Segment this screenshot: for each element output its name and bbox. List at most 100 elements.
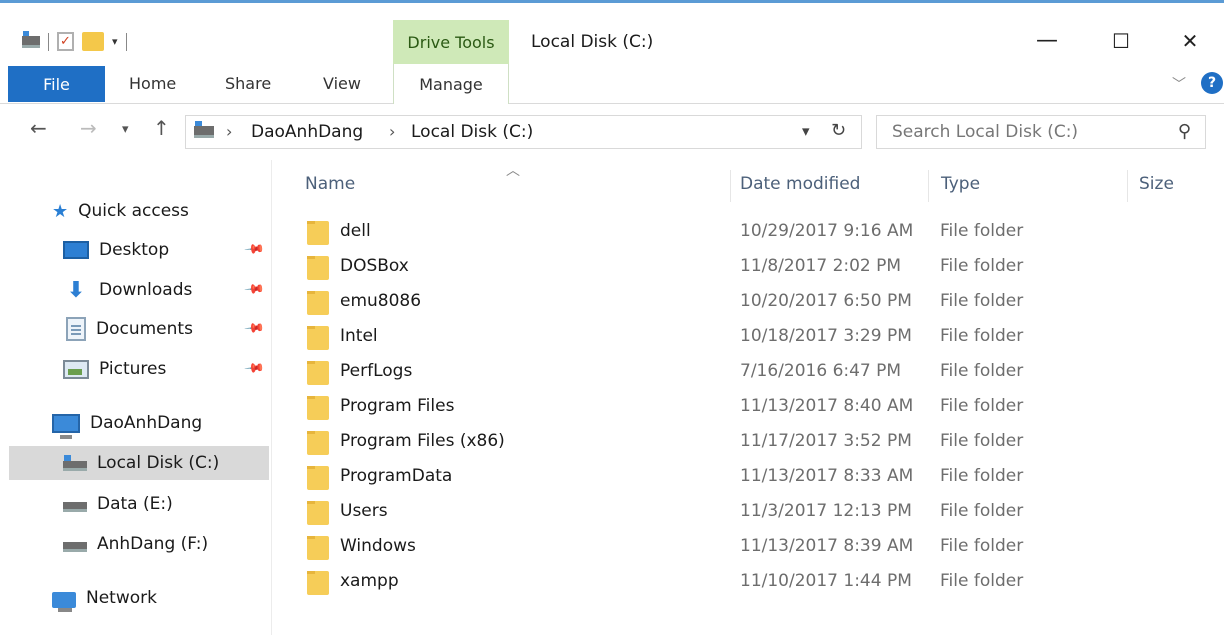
search-box[interactable]: Search Local Disk (C:) ⚲ bbox=[876, 115, 1206, 149]
help-icon[interactable]: ? bbox=[1201, 72, 1223, 94]
tab-home[interactable]: Home bbox=[129, 74, 176, 93]
folder-icon bbox=[307, 501, 329, 525]
sidebar-item-documents[interactable]: Documents bbox=[63, 312, 193, 346]
table-row[interactable]: DOSBox 11/8/2017 2:02 PM File folder bbox=[303, 251, 1183, 284]
column-divider[interactable] bbox=[928, 170, 929, 202]
drive-tools-context-tab: Drive Tools bbox=[393, 20, 509, 64]
file-name: Windows bbox=[340, 536, 416, 556]
sidebar-item-label: DaoAnhDang bbox=[90, 413, 203, 433]
breadcrumb-separator-icon[interactable]: › bbox=[389, 122, 395, 141]
breadcrumb-this-pc[interactable]: DaoAnhDang bbox=[251, 122, 363, 142]
folder-icon bbox=[307, 361, 329, 385]
address-history-dropdown-icon[interactable]: ▾ bbox=[802, 122, 810, 140]
folder-icon bbox=[307, 396, 329, 420]
network-icon bbox=[52, 592, 76, 612]
sidebar-item-quick-access[interactable]: ★ Quick access bbox=[52, 194, 189, 228]
toolbar-divider bbox=[48, 32, 49, 51]
file-type: File folder bbox=[940, 396, 1024, 416]
file-name: emu8086 bbox=[340, 291, 422, 311]
pictures-icon bbox=[63, 359, 89, 379]
sidebar-item-label: Network bbox=[86, 588, 157, 608]
recent-locations-chevron-icon[interactable]: ▾ bbox=[122, 122, 129, 137]
window-top-border bbox=[0, 0, 1224, 10]
sidebar-item-label: Documents bbox=[96, 319, 193, 339]
title-bar: ✓ ▾ Drive Tools Local Disk (C:) — ☐ ✕ bbox=[0, 10, 1224, 64]
column-divider[interactable] bbox=[730, 170, 731, 202]
table-row[interactable]: Users 11/3/2017 12:13 PM File folder bbox=[303, 496, 1183, 529]
customize-toolbar-dropdown[interactable]: ▾ bbox=[112, 35, 118, 48]
file-name: Program Files bbox=[340, 396, 455, 416]
up-arrow-icon[interactable]: ↑ bbox=[153, 116, 170, 140]
column-header-name[interactable]: Name bbox=[305, 174, 355, 194]
file-type: File folder bbox=[940, 221, 1024, 241]
file-type: File folder bbox=[940, 466, 1024, 486]
tab-manage[interactable]: Manage bbox=[393, 64, 509, 104]
search-icon[interactable]: ⚲ bbox=[1178, 121, 1191, 142]
date-modified: 11/13/2017 8:40 AM bbox=[740, 396, 914, 416]
search-input[interactable]: Search Local Disk (C:) bbox=[892, 122, 1078, 142]
drive-icon bbox=[63, 542, 87, 552]
file-type: File folder bbox=[940, 326, 1024, 346]
file-type: File folder bbox=[940, 536, 1024, 556]
file-name: DOSBox bbox=[340, 256, 409, 276]
breadcrumb-separator-icon[interactable]: › bbox=[226, 122, 232, 141]
table-row[interactable]: ProgramData 11/13/2017 8:33 AM File folder bbox=[303, 461, 1183, 494]
address-bar[interactable]: › DaoAnhDang › Local Disk (C:) ▾ ↻ bbox=[185, 115, 862, 149]
column-header-date-modified[interactable]: Date modified bbox=[740, 174, 860, 194]
table-row[interactable]: xampp 11/10/2017 1:44 PM File folder bbox=[303, 566, 1183, 599]
folder-icon bbox=[307, 256, 329, 280]
sidebar-item-desktop[interactable]: Desktop bbox=[63, 233, 169, 267]
sidebar-item-this-pc[interactable]: DaoAnhDang bbox=[52, 406, 202, 440]
file-type: File folder bbox=[940, 571, 1024, 591]
sidebar-item-label: Pictures bbox=[99, 359, 167, 379]
sidebar-item-label: AnhDang (F:) bbox=[97, 534, 209, 554]
close-button[interactable]: ✕ bbox=[1170, 24, 1210, 58]
tab-file[interactable]: File bbox=[8, 66, 105, 102]
tab-share[interactable]: Share bbox=[225, 74, 271, 93]
sort-ascending-icon: ︿ bbox=[506, 163, 520, 179]
breadcrumb-local-disk[interactable]: Local Disk (C:) bbox=[411, 122, 533, 142]
sidebar-item-downloads[interactable]: ⬇ Downloads bbox=[63, 273, 193, 307]
file-type: File folder bbox=[940, 256, 1024, 276]
date-modified: 7/16/2016 6:47 PM bbox=[740, 361, 902, 381]
column-header-type[interactable]: Type bbox=[941, 174, 980, 194]
folder-icon bbox=[307, 466, 329, 490]
new-folder-icon[interactable] bbox=[82, 32, 104, 51]
pin-icon: 📌 bbox=[243, 357, 266, 380]
sidebar-item-network[interactable]: Network bbox=[52, 581, 157, 615]
table-row[interactable]: emu8086 10/20/2017 6:50 PM File folder bbox=[303, 286, 1183, 319]
minimize-button[interactable]: — bbox=[1027, 24, 1067, 58]
table-row[interactable]: PerfLogs 7/16/2016 6:47 PM File folder bbox=[303, 356, 1183, 389]
sidebar-item-local-disk-c[interactable]: Local Disk (C:) bbox=[9, 446, 269, 480]
star-icon: ★ bbox=[52, 200, 69, 222]
forward-arrow-icon[interactable]: → bbox=[80, 116, 97, 140]
properties-icon[interactable]: ✓ bbox=[57, 32, 74, 51]
table-row[interactable]: dell 10/29/2017 9:16 AM File folder bbox=[303, 216, 1183, 249]
maximize-button[interactable]: ☐ bbox=[1101, 24, 1141, 58]
table-row[interactable]: Intel 10/18/2017 3:29 PM File folder bbox=[303, 321, 1183, 354]
table-row[interactable]: Program Files 11/13/2017 8:40 AM File fold… bbox=[303, 391, 1183, 424]
table-row[interactable]: Windows 11/13/2017 8:39 AM File folder bbox=[303, 531, 1183, 564]
date-modified: 11/17/2017 3:52 PM bbox=[740, 431, 912, 451]
sidebar-item-data-e[interactable]: Data (E:) bbox=[63, 487, 173, 521]
sidebar-item-anhdang-f[interactable]: AnhDang (F:) bbox=[63, 527, 208, 561]
folder-icon bbox=[307, 431, 329, 455]
column-header-size[interactable]: Size bbox=[1139, 174, 1174, 194]
file-name: Program Files (x86) bbox=[340, 431, 505, 451]
navigation-pane: ★ Quick access Desktop 📌 ⬇ Downloads 📌 D… bbox=[0, 160, 272, 635]
file-list: ︿ Name Date modified Type Size dell 10/29… bbox=[273, 160, 1224, 635]
table-row[interactable]: Program Files (x86) 11/17/2017 3:52 PM Fil… bbox=[303, 426, 1183, 459]
drive-icon bbox=[194, 121, 214, 138]
tab-view[interactable]: View bbox=[323, 74, 361, 93]
expand-ribbon-chevron-icon[interactable]: ﹀ bbox=[1172, 74, 1186, 94]
file-type: File folder bbox=[940, 291, 1024, 311]
column-divider[interactable] bbox=[1127, 170, 1128, 202]
folder-icon bbox=[307, 571, 329, 595]
date-modified: 11/10/2017 1:44 PM bbox=[740, 571, 912, 591]
pin-icon: 📌 bbox=[243, 317, 266, 340]
refresh-icon[interactable]: ↻ bbox=[831, 120, 846, 141]
date-modified: 11/3/2017 12:13 PM bbox=[740, 501, 912, 521]
back-arrow-icon[interactable]: ← bbox=[30, 116, 47, 140]
sidebar-item-pictures[interactable]: Pictures bbox=[63, 352, 166, 386]
file-name: ProgramData bbox=[340, 466, 453, 486]
